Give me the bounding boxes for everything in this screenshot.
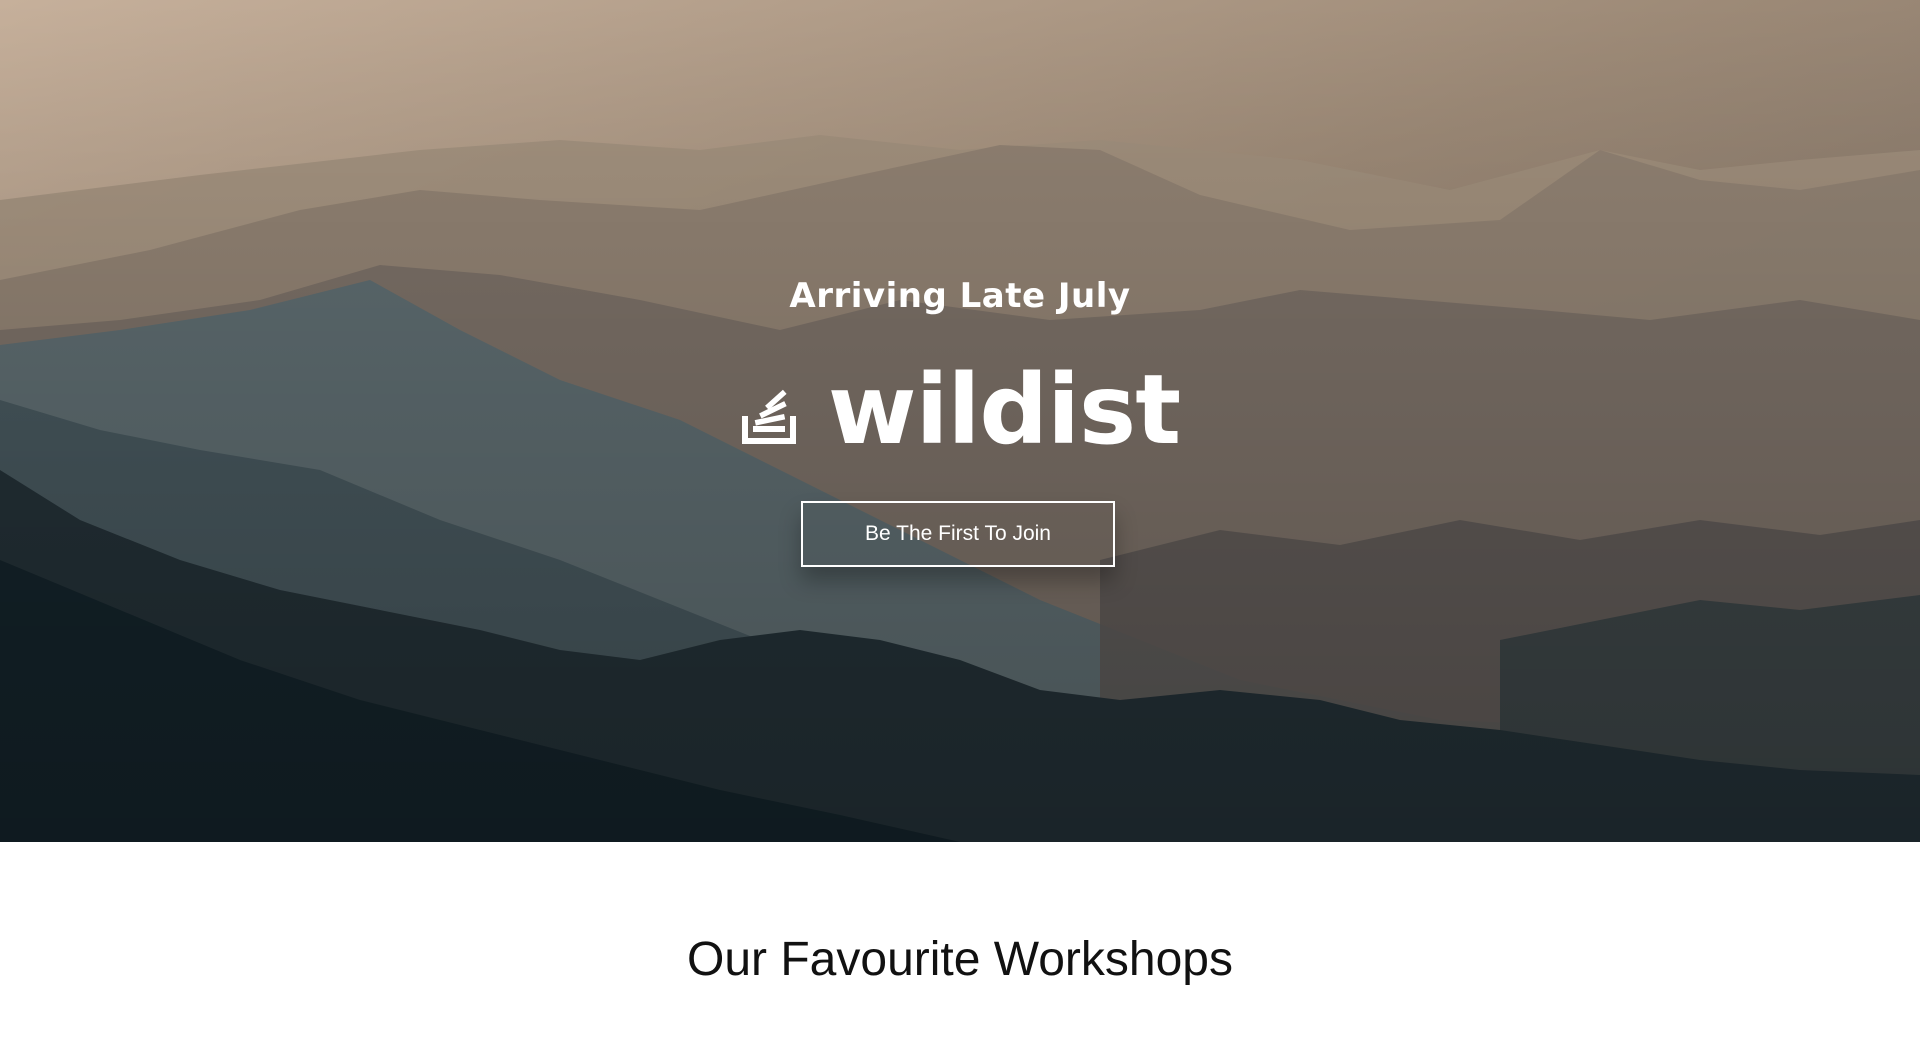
section-title: Our Favourite Workshops xyxy=(687,933,1233,986)
hero-tagline: Arriving Late July xyxy=(789,276,1131,316)
hero-section: Arriving Late July wildist Be The First … xyxy=(0,0,1920,842)
brand-name: wildist xyxy=(827,354,1181,466)
hero-content: Arriving Late July wildist Be The First … xyxy=(0,0,1920,842)
brand-logo[interactable]: wildist xyxy=(0,355,1920,465)
join-button[interactable]: Be The First To Join xyxy=(801,501,1115,567)
stacked-layers-logo-icon xyxy=(740,388,798,446)
